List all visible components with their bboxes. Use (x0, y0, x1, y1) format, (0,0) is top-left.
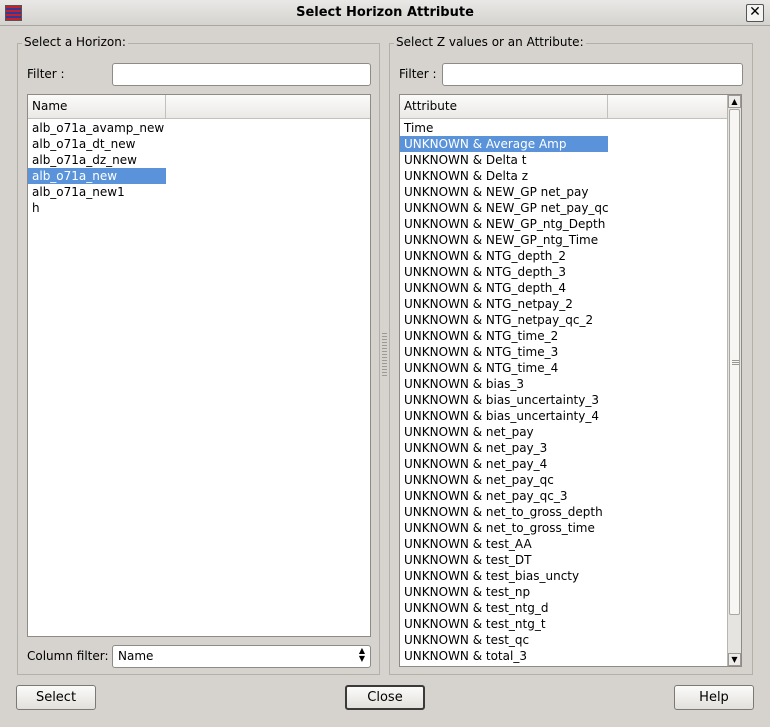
splitter-handle[interactable] (382, 332, 387, 376)
attribute-list-item[interactable]: UNKNOWN & NTG_depth_4 (400, 280, 608, 296)
horizon-list-item[interactable]: alb_o71a_dz_new (28, 152, 166, 168)
attribute-list-item[interactable]: UNKNOWN & total_3 (400, 648, 608, 664)
scroll-down-icon[interactable]: ▼ (728, 653, 741, 666)
attribute-filter-label: Filter : (399, 67, 437, 81)
attribute-list-item[interactable]: UNKNOWN & test_ntg_d (400, 600, 608, 616)
attribute-group-title: Select Z values or an Attribute: (394, 35, 586, 49)
attribute-list[interactable]: Attribute Time UNKNOWN & Average Amp UNKNO… (399, 94, 742, 667)
column-filter-label: Column filter: (27, 649, 109, 663)
attribute-list-item[interactable]: UNKNOWN & NTG_depth_3 (400, 264, 608, 280)
attribute-list-item[interactable]: UNKNOWN & net_to_gross_time (400, 520, 608, 536)
attribute-list-item[interactable]: UNKNOWN & net_to_gross_depth (400, 504, 608, 520)
attribute-list-item[interactable]: UNKNOWN & test_ntg_t (400, 616, 608, 632)
horizon-list-item[interactable]: alb_o71a_new1 (28, 184, 166, 200)
attribute-list-item[interactable]: UNKNOWN & NTG_time_3 (400, 344, 608, 360)
attribute-list-item[interactable]: UNKNOWN & NEW_GP_ntg_Time (400, 232, 608, 248)
attribute-list-item[interactable]: UNKNOWN & NTG_netpay_qc_2 (400, 312, 608, 328)
attribute-list-item[interactable]: UNKNOWN & NEW_GP net_pay_qc (400, 200, 609, 216)
attribute-list-item[interactable]: UNKNOWN & net_pay_3 (400, 440, 608, 456)
attribute-list-item[interactable]: UNKNOWN & net_pay_4 (400, 456, 608, 472)
horizon-filter-label: Filter : (27, 67, 65, 81)
horizon-list-item[interactable]: h (28, 200, 166, 216)
attribute-rows: Time UNKNOWN & Average Amp UNKNOWN & Delta… (400, 119, 609, 664)
window-title: Select Horizon Attribute (296, 5, 474, 20)
attribute-list-item[interactable]: UNKNOWN & net_pay_qc_3 (400, 488, 608, 504)
attribute-list-item[interactable]: UNKNOWN & net_pay (400, 424, 608, 440)
column-header-attribute[interactable]: Attribute (400, 95, 608, 118)
updown-arrows-icon: ▲ ▼ (358, 646, 365, 663)
scroll-up-icon[interactable]: ▲ (728, 95, 741, 108)
attribute-list-item[interactable]: UNKNOWN & Delta z (400, 168, 608, 184)
close-window-button[interactable]: ✕ (746, 4, 764, 22)
attribute-list-item[interactable]: Time (400, 120, 608, 136)
select-button[interactable]: Select (16, 685, 96, 710)
attribute-scrollbar[interactable]: ▲ ▼ (727, 95, 741, 666)
column-header-name[interactable]: Name (28, 95, 166, 118)
attribute-list-item[interactable]: UNKNOWN & test_DT (400, 552, 608, 568)
horizon-list[interactable]: Name alb_o71a_avamp_new alb_o71a_dt_new al… (27, 94, 371, 637)
attribute-list-item[interactable]: UNKNOWN & NTG_depth_2 (400, 248, 608, 264)
column-filter-select[interactable]: Name ▲ ▼ (112, 645, 371, 668)
horizon-group-title: Select a Horizon: (22, 35, 128, 49)
attribute-list-item[interactable]: UNKNOWN & NEW_GP net_pay (400, 184, 608, 200)
horizon-list-item[interactable]: alb_o71a_avamp_new (28, 120, 166, 136)
horizon-rows: alb_o71a_avamp_new alb_o71a_dt_new alb_o71… (28, 119, 166, 216)
attribute-list-item[interactable]: UNKNOWN & test_AA (400, 536, 608, 552)
attribute-list-item[interactable]: UNKNOWN & test_qc (400, 632, 608, 648)
attribute-list-header: Attribute (400, 95, 741, 119)
attribute-list-item[interactable]: UNKNOWN & net_pay_qc (400, 472, 608, 488)
attribute-list-item[interactable]: UNKNOWN & Delta t (400, 152, 608, 168)
close-button[interactable]: Close (345, 685, 425, 710)
horizon-list-header: Name (28, 95, 370, 119)
horizon-filter-input[interactable] (112, 63, 371, 86)
attribute-list-item[interactable]: UNKNOWN & NTG_netpay_2 (400, 296, 608, 312)
attribute-list-item[interactable]: UNKNOWN & NTG_time_2 (400, 328, 608, 344)
horizon-list-item[interactable]: alb_o71a_new (28, 168, 166, 184)
attribute-filter-input[interactable] (442, 63, 743, 86)
attribute-list-item[interactable]: UNKNOWN & bias_uncertainty_3 (400, 392, 608, 408)
horizon-list-item[interactable]: alb_o71a_dt_new (28, 136, 166, 152)
help-button[interactable]: Help (674, 685, 754, 710)
attribute-list-item[interactable]: UNKNOWN & NEW_GP_ntg_Depth (400, 216, 608, 232)
attribute-list-item[interactable]: UNKNOWN & NTG_time_4 (400, 360, 608, 376)
attribute-list-item[interactable]: UNKNOWN & bias_uncertainty_4 (400, 408, 608, 424)
scroll-thumb[interactable] (729, 109, 740, 615)
attribute-list-item[interactable]: UNKNOWN & Average Amp (400, 136, 608, 152)
attribute-list-item[interactable]: UNKNOWN & bias_3 (400, 376, 608, 392)
title-bar: Select Horizon Attribute ✕ (0, 0, 770, 26)
attribute-list-item[interactable]: UNKNOWN & test_np (400, 584, 608, 600)
column-filter-value: Name (118, 649, 154, 663)
attribute-list-item[interactable]: UNKNOWN & test_bias_uncty (400, 568, 608, 584)
